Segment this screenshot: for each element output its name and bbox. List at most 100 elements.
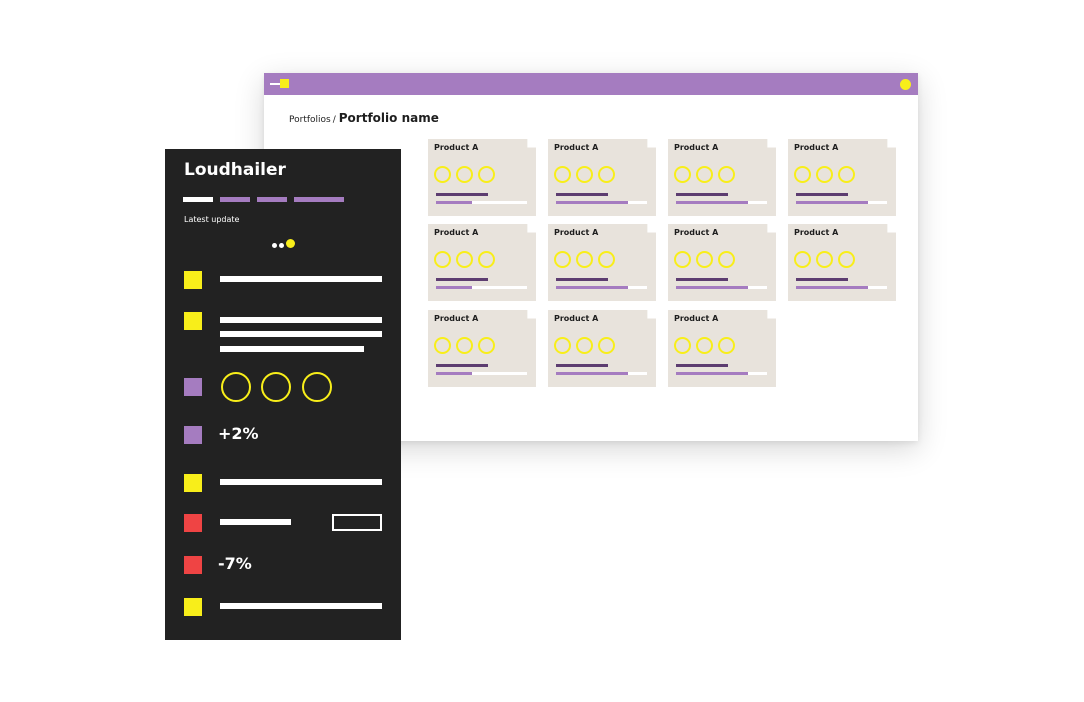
status-square-red: [184, 556, 202, 574]
product-card[interactable]: Product A: [548, 224, 656, 301]
rating-circle: [838, 251, 855, 268]
metric-change-negative: -7%: [218, 554, 252, 573]
product-card[interactable]: Product A: [548, 139, 656, 216]
loudhailer-panel: Loudhailer Latest update +2% -7%: [165, 149, 401, 640]
tab-indicator-active[interactable]: [183, 197, 213, 202]
status-dot-icon[interactable]: [900, 79, 911, 90]
rating-circle: [456, 251, 473, 268]
progress-fill: [556, 286, 628, 289]
product-card[interactable]: Product A: [428, 139, 536, 216]
status-square-yellow: [184, 474, 202, 492]
rating-circle: [434, 337, 451, 354]
pagination-dot[interactable]: [279, 243, 284, 248]
product-card-title: Product A: [674, 143, 719, 152]
rating-circle: [816, 251, 833, 268]
menu-icon[interactable]: [270, 79, 290, 89]
product-label-bar: [556, 278, 608, 281]
rating-circle: [478, 166, 495, 183]
text-placeholder-line: [220, 317, 382, 323]
progress-fill: [556, 201, 628, 204]
text-placeholder-line: [220, 346, 364, 352]
rating-circle: [696, 251, 713, 268]
product-card[interactable]: Product A: [428, 310, 536, 387]
rating-circle: [554, 337, 571, 354]
product-card-title: Product A: [794, 143, 839, 152]
status-square-yellow: [184, 598, 202, 616]
rating-circle: [576, 166, 593, 183]
tab-indicator[interactable]: [257, 197, 287, 202]
progress-fill: [436, 286, 472, 289]
progress-fill: [436, 201, 472, 204]
text-placeholder-line: [220, 479, 382, 485]
product-card-title: Product A: [554, 228, 599, 237]
progress-track: [556, 286, 647, 289]
product-label-bar: [556, 193, 608, 196]
rating-circle: [674, 166, 691, 183]
tab-indicator[interactable]: [294, 197, 344, 202]
product-card-title: Product A: [794, 228, 839, 237]
progress-fill: [676, 286, 748, 289]
rating-circle: [696, 337, 713, 354]
product-card[interactable]: Product A: [788, 224, 896, 301]
rating-circle: [718, 337, 735, 354]
latest-update-label: Latest update: [184, 215, 240, 224]
progress-track: [676, 201, 767, 204]
status-square-yellow: [184, 271, 202, 289]
product-card[interactable]: Product A: [428, 224, 536, 301]
progress-track: [436, 286, 527, 289]
breadcrumb: Portfolios / Portfolio name: [289, 107, 439, 126]
rating-circle: [302, 372, 332, 402]
product-label-bar: [436, 278, 488, 281]
progress-track: [556, 201, 647, 204]
pagination-dot[interactable]: [272, 243, 277, 248]
status-square-yellow: [184, 312, 202, 330]
product-card-title: Product A: [554, 314, 599, 323]
pagination-dot-active[interactable]: [286, 239, 295, 248]
product-card[interactable]: Product A: [668, 139, 776, 216]
product-card[interactable]: Product A: [788, 139, 896, 216]
rating-circle: [434, 251, 451, 268]
product-card[interactable]: Product A: [668, 224, 776, 301]
product-card-title: Product A: [674, 314, 719, 323]
progress-track: [796, 201, 887, 204]
tab-indicator[interactable]: [220, 197, 250, 202]
rating-circle: [478, 337, 495, 354]
brand-title: Loudhailer: [184, 160, 286, 180]
product-label-bar: [676, 193, 728, 196]
rating-circle: [598, 251, 615, 268]
product-label-bar: [676, 364, 728, 367]
rating-circle: [434, 166, 451, 183]
rating-circle: [456, 166, 473, 183]
progress-track: [436, 201, 527, 204]
rating-circle: [816, 166, 833, 183]
product-label-bar: [556, 364, 608, 367]
rating-circle: [456, 337, 473, 354]
product-card-title: Product A: [434, 314, 479, 323]
rating-circle: [261, 372, 291, 402]
rating-circle: [674, 251, 691, 268]
rating-circle: [554, 251, 571, 268]
progress-fill: [676, 201, 748, 204]
rating-circle: [478, 251, 495, 268]
window-titlebar: [264, 73, 918, 95]
metric-change-positive: +2%: [218, 424, 259, 443]
progress-track: [676, 286, 767, 289]
product-label-bar: [436, 193, 488, 196]
outline-button[interactable]: [332, 514, 382, 531]
progress-fill: [556, 372, 628, 375]
rating-circle: [718, 251, 735, 268]
product-card-title: Product A: [554, 143, 599, 152]
breadcrumb-root-link[interactable]: Portfolios: [289, 115, 331, 125]
progress-track: [676, 372, 767, 375]
product-card[interactable]: Product A: [548, 310, 656, 387]
status-square-purple: [184, 378, 202, 396]
text-placeholder-line: [220, 519, 291, 525]
product-card[interactable]: Product A: [668, 310, 776, 387]
product-card-title: Product A: [434, 228, 479, 237]
product-label-bar: [676, 278, 728, 281]
status-square-red: [184, 514, 202, 532]
progress-fill: [796, 286, 868, 289]
rating-circle: [576, 337, 593, 354]
text-placeholder-line: [220, 331, 382, 337]
progress-fill: [676, 372, 748, 375]
